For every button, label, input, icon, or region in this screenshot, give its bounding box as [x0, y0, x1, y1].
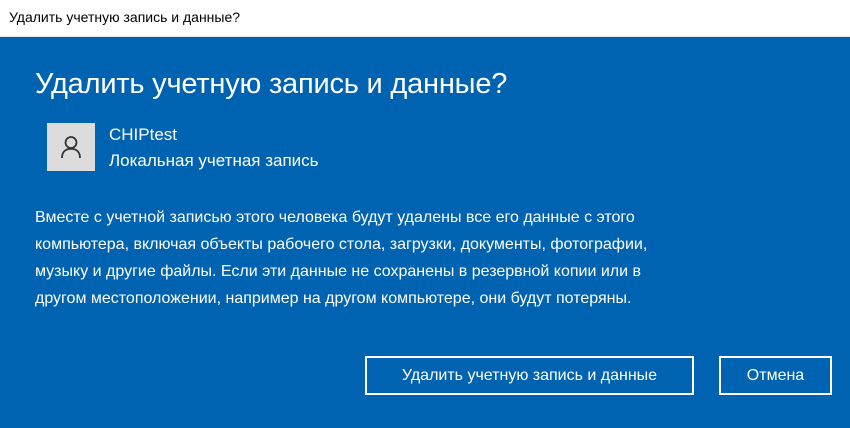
- delete-account-button[interactable]: Удалить учетную запись и данные: [365, 356, 694, 395]
- delete-account-window: Удалить учетную запись и данные? Удалить…: [0, 0, 850, 428]
- user-icon: [60, 135, 82, 159]
- account-name: CHIPtest: [109, 125, 178, 144]
- window-title: Удалить учетную запись и данные?: [9, 9, 241, 25]
- warning-message: Вместе с учетной записью этого человека …: [35, 204, 795, 312]
- cancel-button[interactable]: Отмена: [719, 356, 832, 395]
- avatar: [47, 123, 95, 171]
- warning-message-line: компьютера, включая объекты рабочего сто…: [35, 236, 648, 253]
- dialog-heading: Удалить учетную запись и данные?: [35, 68, 508, 100]
- title-bar[interactable]: Удалить учетную запись и данные?: [0, 0, 850, 37]
- warning-message-line: музыку и другие файлы. Если эти данные н…: [35, 263, 641, 280]
- warning-message-line: Вместе с учетной записью этого человека …: [35, 209, 635, 226]
- warning-message-line: другом местоположении, например на друго…: [35, 290, 632, 307]
- account-type: Локальная учетная запись: [109, 151, 319, 170]
- dialog-content: Удалить учетную запись и данные? CHIPtes…: [0, 37, 850, 428]
